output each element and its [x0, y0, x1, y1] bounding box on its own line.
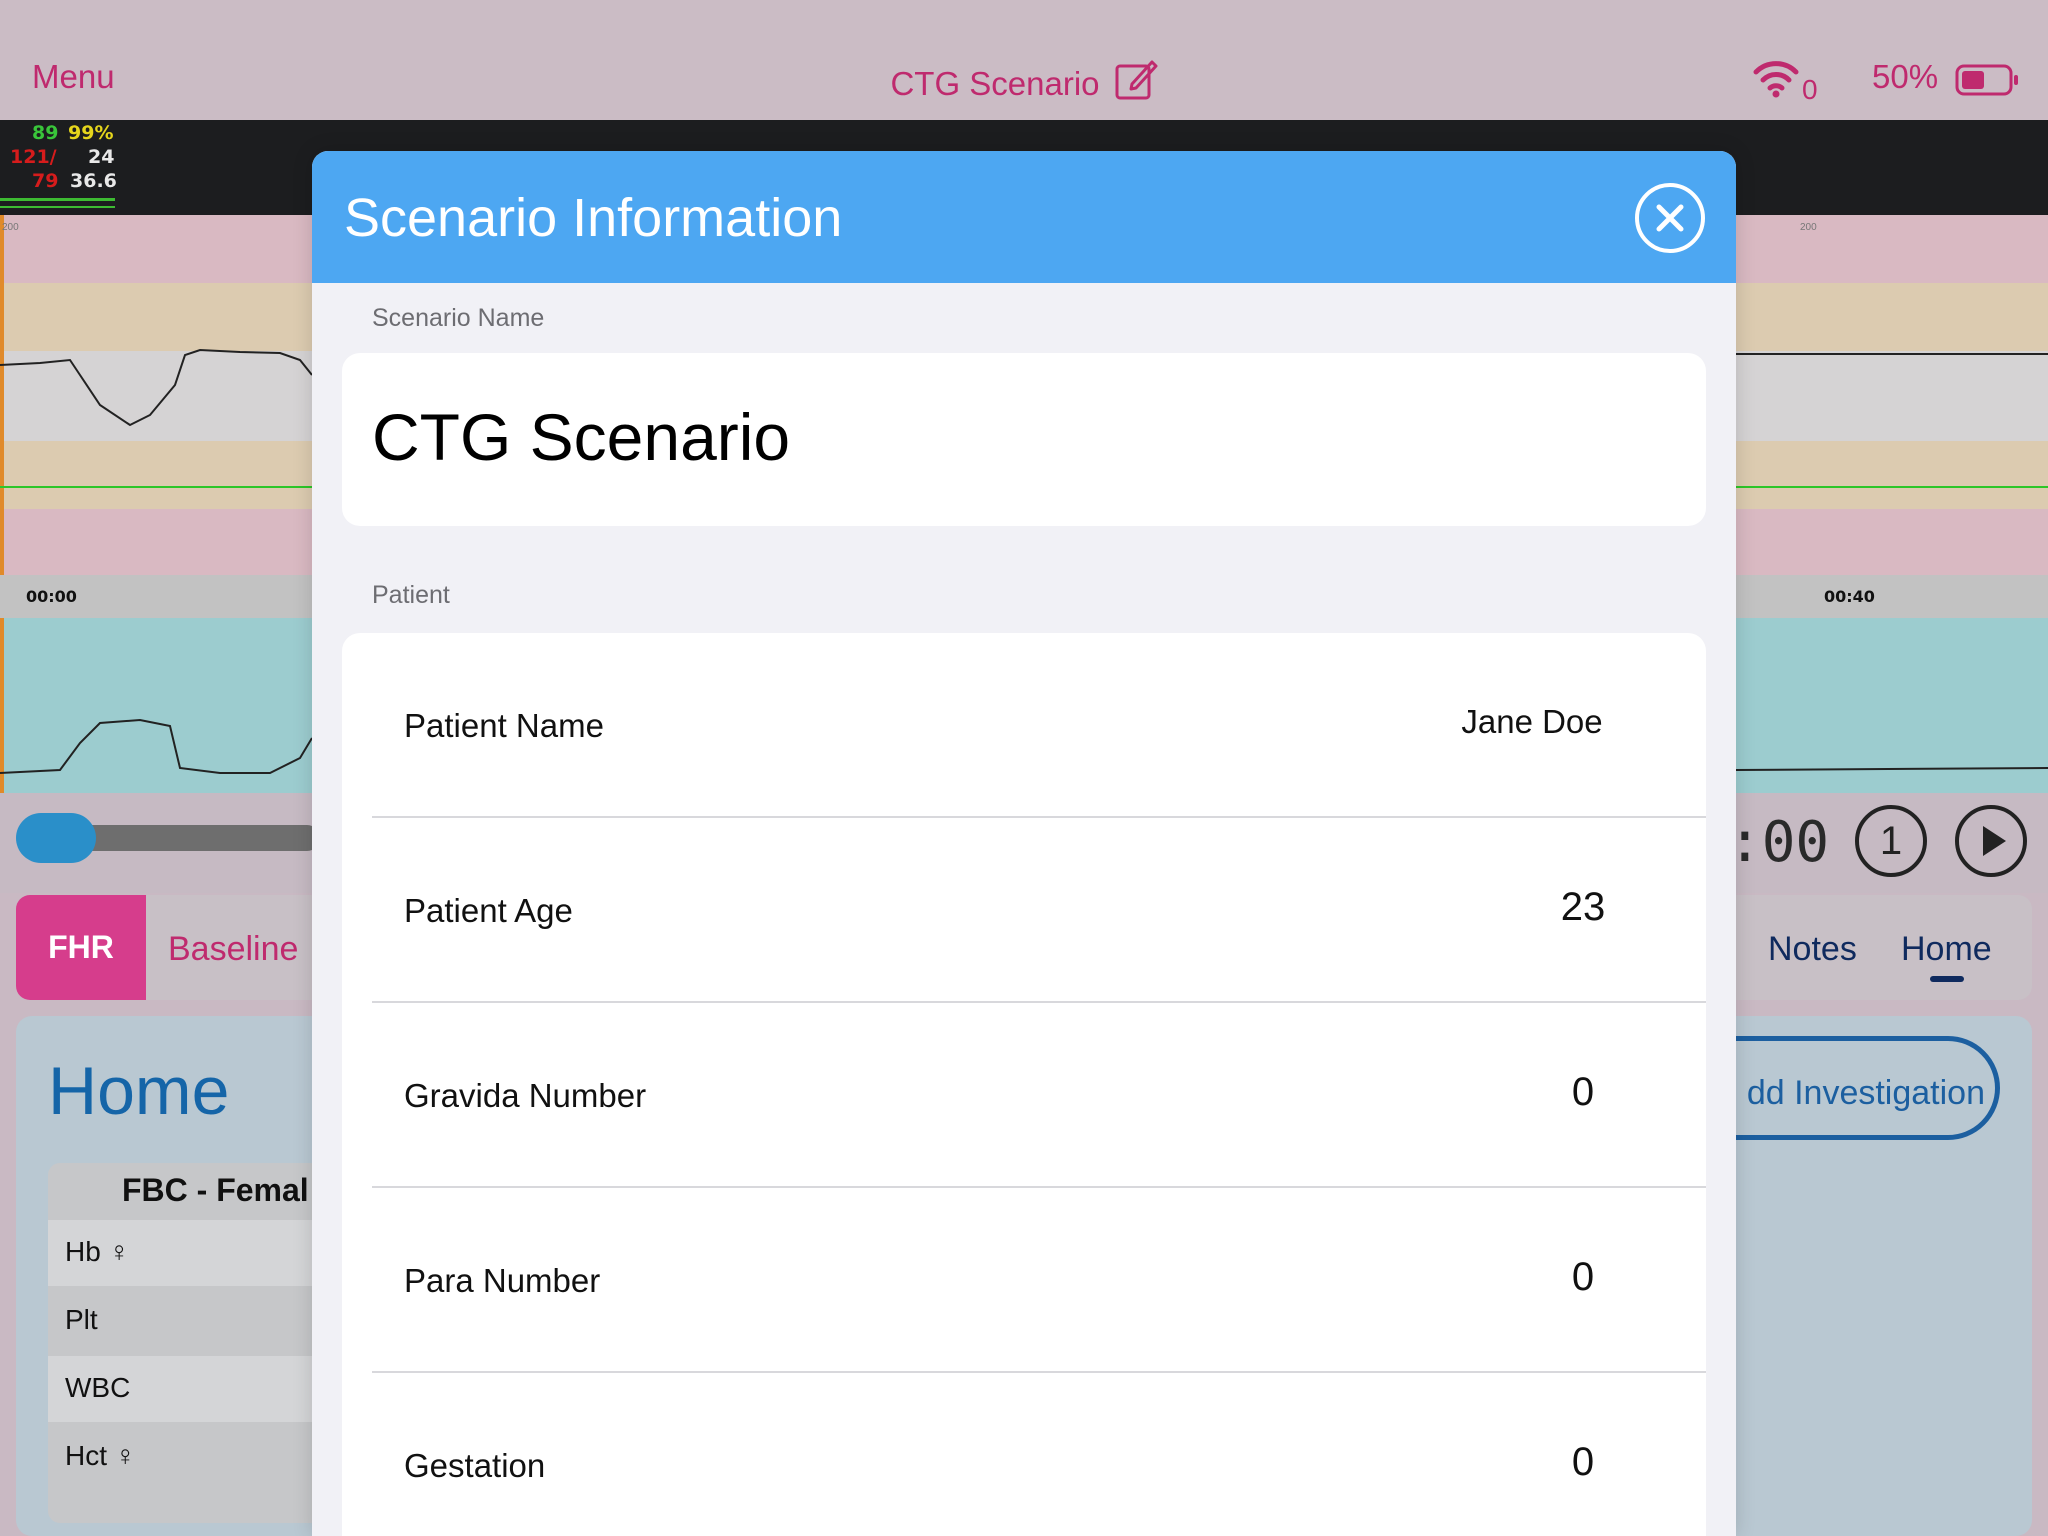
para-number-value[interactable]: 0 — [1433, 1255, 1733, 1300]
gestation-label: Gestation — [404, 1447, 546, 1484]
para-number-label: Para Number — [404, 1262, 601, 1299]
fbc-row-label: WBC — [65, 1372, 131, 1403]
gravida-number-label: Gravida Number — [404, 1077, 647, 1114]
wifi-icon — [1752, 58, 1800, 103]
spo2: 99% — [68, 122, 114, 144]
row-divider — [372, 1186, 1706, 1188]
speed-button[interactable]: 1 — [1855, 805, 1927, 877]
patient-name-label: Patient Name — [404, 707, 604, 744]
heart-rate: 89 — [32, 122, 59, 144]
scenario-name-label: Scenario Name — [372, 304, 545, 332]
resp-rate: 24 — [88, 146, 115, 168]
row-divider — [372, 1001, 1706, 1003]
tab-fhr[interactable]: FHR — [16, 895, 146, 1000]
nav-title: CTG Scenario — [890, 65, 1100, 102]
tab-notes[interactable]: Notes — [1768, 930, 1857, 969]
fhr-tick-left-200: 200 — [2, 222, 19, 233]
gravida-number-value[interactable]: 0 — [1433, 1070, 1733, 1115]
tab-home[interactable]: Home — [1901, 930, 1992, 969]
playback-slider-thumb[interactable] — [16, 813, 96, 863]
patient-name-value[interactable]: Jane Doe — [1382, 703, 1682, 741]
home-title: Home — [48, 1053, 230, 1129]
close-button[interactable] — [1635, 183, 1705, 253]
scenario-info-modal: Scenario Information Scenario Name CTG S… — [312, 151, 1736, 1536]
row-divider — [372, 816, 1706, 818]
fbc-row-label: Plt — [65, 1304, 98, 1335]
fhr-tick-right-200: 200 — [1800, 222, 1817, 233]
tab-baseline[interactable]: Baseline — [168, 930, 298, 969]
scenario-name-value[interactable]: CTG Scenario — [372, 399, 790, 475]
gestation-value[interactable]: 0 — [1433, 1440, 1733, 1485]
wifi-count: 0 — [1802, 74, 1818, 105]
edit-icon[interactable] — [1114, 58, 1158, 110]
play-icon — [1983, 826, 2006, 856]
patient-age-value[interactable]: 23 — [1433, 885, 1733, 930]
vitals-divider — [0, 198, 115, 208]
time-readout: :00 — [1728, 810, 1830, 875]
bp-diastolic: 79 — [32, 170, 59, 192]
row-divider — [372, 1371, 1706, 1373]
fbc-title: FBC - Femal — [122, 1172, 309, 1208]
time-start-label: 00:00 — [26, 587, 77, 606]
nav-title-container: CTG Scenario — [0, 58, 2048, 110]
bp-systolic: 121/ — [10, 146, 57, 168]
battery-percent: 50% — [1872, 58, 1939, 95]
battery-icon — [1955, 64, 2019, 101]
close-icon — [1656, 204, 1684, 232]
fbc-row-label: Hb ♀ — [65, 1236, 130, 1267]
temperature: 36.6 — [70, 170, 117, 192]
fbc-row-label: Hct ♀ — [65, 1440, 136, 1471]
modal-title: Scenario Information — [344, 188, 843, 248]
time-end-label: 00:40 — [1824, 587, 1875, 606]
patient-age-label: Patient Age — [404, 892, 573, 929]
tab-home-indicator — [1930, 976, 1964, 982]
patient-section-label: Patient — [372, 581, 450, 609]
play-button[interactable] — [1955, 805, 2027, 877]
